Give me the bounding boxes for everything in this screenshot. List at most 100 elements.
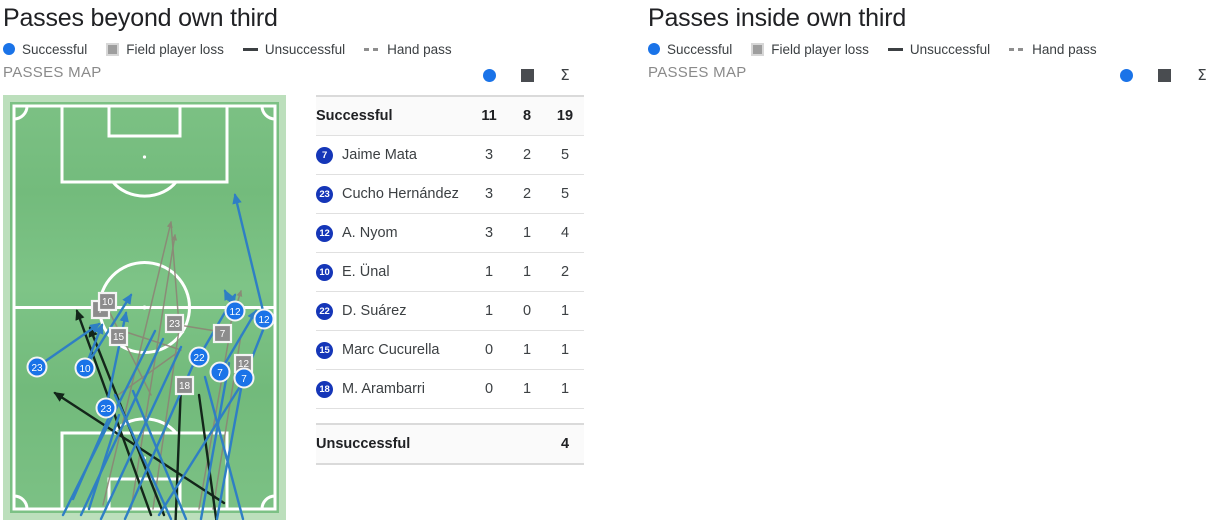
subheader-left: PASSES MAP Σ	[0, 64, 600, 88]
passes-dashboard: Passes beyond own third Successful Field…	[0, 0, 1219, 527]
subheader-right: PASSES MAP Σ	[645, 64, 1219, 88]
sum-sigma-icon: Σ	[1197, 66, 1207, 84]
jersey-number-badge: 23	[316, 185, 333, 203]
svg-text:22: 22	[193, 353, 205, 364]
page-title-right: Passes inside own third	[648, 4, 907, 32]
table-row[interactable]: 7 Jaime Mata 3 2 5	[316, 135, 584, 175]
cell-total: 1	[546, 291, 584, 331]
summary-loss: 8	[508, 95, 546, 136]
player-name: Jaime Mata	[342, 147, 417, 163]
svg-text:18: 18	[179, 381, 191, 392]
table-row[interactable]: 23 Cucho Hernández 3 2 5	[316, 174, 584, 214]
svg-text:7: 7	[241, 374, 247, 385]
player-name: D. Suárez	[342, 303, 407, 319]
page-title-left: Passes beyond own third	[3, 4, 278, 32]
cell-loss: 1	[508, 213, 546, 253]
passes-map-pitch-left: 7 10 15 23 7	[3, 95, 286, 520]
legend-item-successful: Successful	[3, 42, 87, 57]
legend-item-successful: Successful	[648, 42, 732, 57]
cell-successful: 3	[470, 174, 508, 214]
summary-label: Successful	[316, 95, 470, 136]
svg-text:7: 7	[217, 368, 223, 379]
svg-text:7: 7	[220, 329, 226, 340]
legend-left: Successful Field player loss Unsuccessfu…	[3, 40, 600, 58]
svg-text:23: 23	[31, 363, 43, 374]
filled-circle-icon	[3, 43, 15, 55]
legend-item-hand-pass: Hand pass	[1009, 42, 1097, 57]
cell-loss: 2	[508, 135, 546, 175]
legend-item-unsuccessful: Unsuccessful	[887, 41, 991, 57]
solid-line-icon	[887, 47, 903, 51]
legend-label-unsuccessful: Unsuccessful	[909, 41, 991, 57]
cell-successful: 0	[470, 330, 508, 370]
jersey-number-badge: 7	[316, 146, 333, 164]
legend-label-successful: Successful	[22, 41, 88, 57]
panel-passes-beyond-own-third: Passes beyond own third Successful Field…	[0, 0, 600, 527]
cell-successful: 0	[470, 369, 508, 409]
solid-line-icon	[242, 47, 258, 51]
dashed-line-icon	[1009, 47, 1026, 51]
table-spacer	[316, 408, 584, 424]
jersey-number-badge: 12	[316, 224, 333, 242]
cell-loss: 2	[508, 174, 546, 214]
cell-successful: 1	[470, 252, 508, 292]
table-column-icons-left: Σ	[470, 66, 584, 84]
legend-label-hand-pass: Hand pass	[1032, 41, 1097, 57]
table-row-summary: Successful 11 8 19	[316, 95, 584, 136]
field-player-loss-square-icon	[1145, 68, 1183, 82]
table-column-icons-right: Σ	[1107, 66, 1219, 84]
cell-successful: 1	[470, 291, 508, 331]
panel-passes-inside-own-third: Passes inside own third Successful Field…	[645, 0, 1219, 527]
legend-label-unsuccessful: Unsuccessful	[264, 41, 346, 57]
legend-right: Successful Field player loss Unsuccessfu…	[648, 40, 1219, 58]
footer-successful	[470, 423, 508, 465]
table-row[interactable]: 18 M. Arambarri 0 1 1	[316, 369, 584, 409]
filled-square-icon	[751, 42, 765, 56]
passes-stats-table-left: Successful 11 8 19 7 Jaime Mata 3 2 5 23…	[316, 95, 584, 465]
footer-label: Unsuccessful	[316, 423, 470, 465]
jersey-number-badge: 10	[316, 263, 333, 281]
summary-successful: 11	[470, 95, 508, 136]
cell-loss: 1	[508, 369, 546, 409]
jersey-number-badge: 22	[316, 302, 333, 320]
dashed-line-icon	[364, 47, 381, 51]
cell-successful: 3	[470, 135, 508, 175]
table-row-unsuccessful: Unsuccessful 4	[316, 423, 584, 465]
svg-text:10: 10	[102, 297, 114, 308]
cell-total: 1	[546, 330, 584, 370]
svg-text:10: 10	[79, 364, 91, 375]
table-row[interactable]: 15 Marc Cucurella 0 1 1	[316, 330, 584, 370]
cell-total: 5	[546, 174, 584, 214]
svg-text:15: 15	[113, 332, 125, 343]
footer-total: 4	[546, 423, 584, 465]
field-player-loss-square-icon	[508, 68, 546, 82]
legend-label-successful: Successful	[667, 41, 733, 57]
cell-total: 2	[546, 252, 584, 292]
svg-text:12: 12	[229, 307, 241, 318]
passes-map-label-left: PASSES MAP	[3, 64, 102, 81]
player-name: E. Ünal	[342, 264, 390, 280]
legend-item-hand-pass: Hand pass	[364, 42, 452, 57]
player-name: A. Nyom	[342, 225, 398, 241]
table-row[interactable]: 22 D. Suárez 1 0 1	[316, 291, 584, 331]
player-name: M. Arambarri	[342, 381, 425, 397]
cell-total: 1	[546, 369, 584, 409]
summary-total: 19	[546, 95, 584, 136]
legend-label-field-player-loss: Field player loss	[771, 41, 869, 57]
jersey-number-badge: 15	[316, 341, 333, 359]
legend-item-field-player-loss: Field player loss	[106, 42, 224, 57]
pitch-svg-left: 7 10 15 23 7	[3, 95, 286, 520]
svg-text:12: 12	[258, 315, 270, 326]
cell-loss: 1	[508, 330, 546, 370]
player-name: Cucho Hernández	[342, 186, 459, 202]
legend-item-field-player-loss: Field player loss	[751, 42, 869, 57]
svg-text:23: 23	[169, 319, 181, 330]
legend-label-hand-pass: Hand pass	[387, 41, 452, 57]
cell-total: 4	[546, 213, 584, 253]
passes-map-label-right: PASSES MAP	[648, 64, 747, 81]
table-row[interactable]: 12 A. Nyom 3 1 4	[316, 213, 584, 253]
player-name: Marc Cucurella	[342, 342, 440, 358]
svg-text:23: 23	[100, 404, 112, 415]
table-row[interactable]: 10 E. Ünal 1 1 2	[316, 252, 584, 292]
filled-square-icon	[106, 42, 120, 56]
